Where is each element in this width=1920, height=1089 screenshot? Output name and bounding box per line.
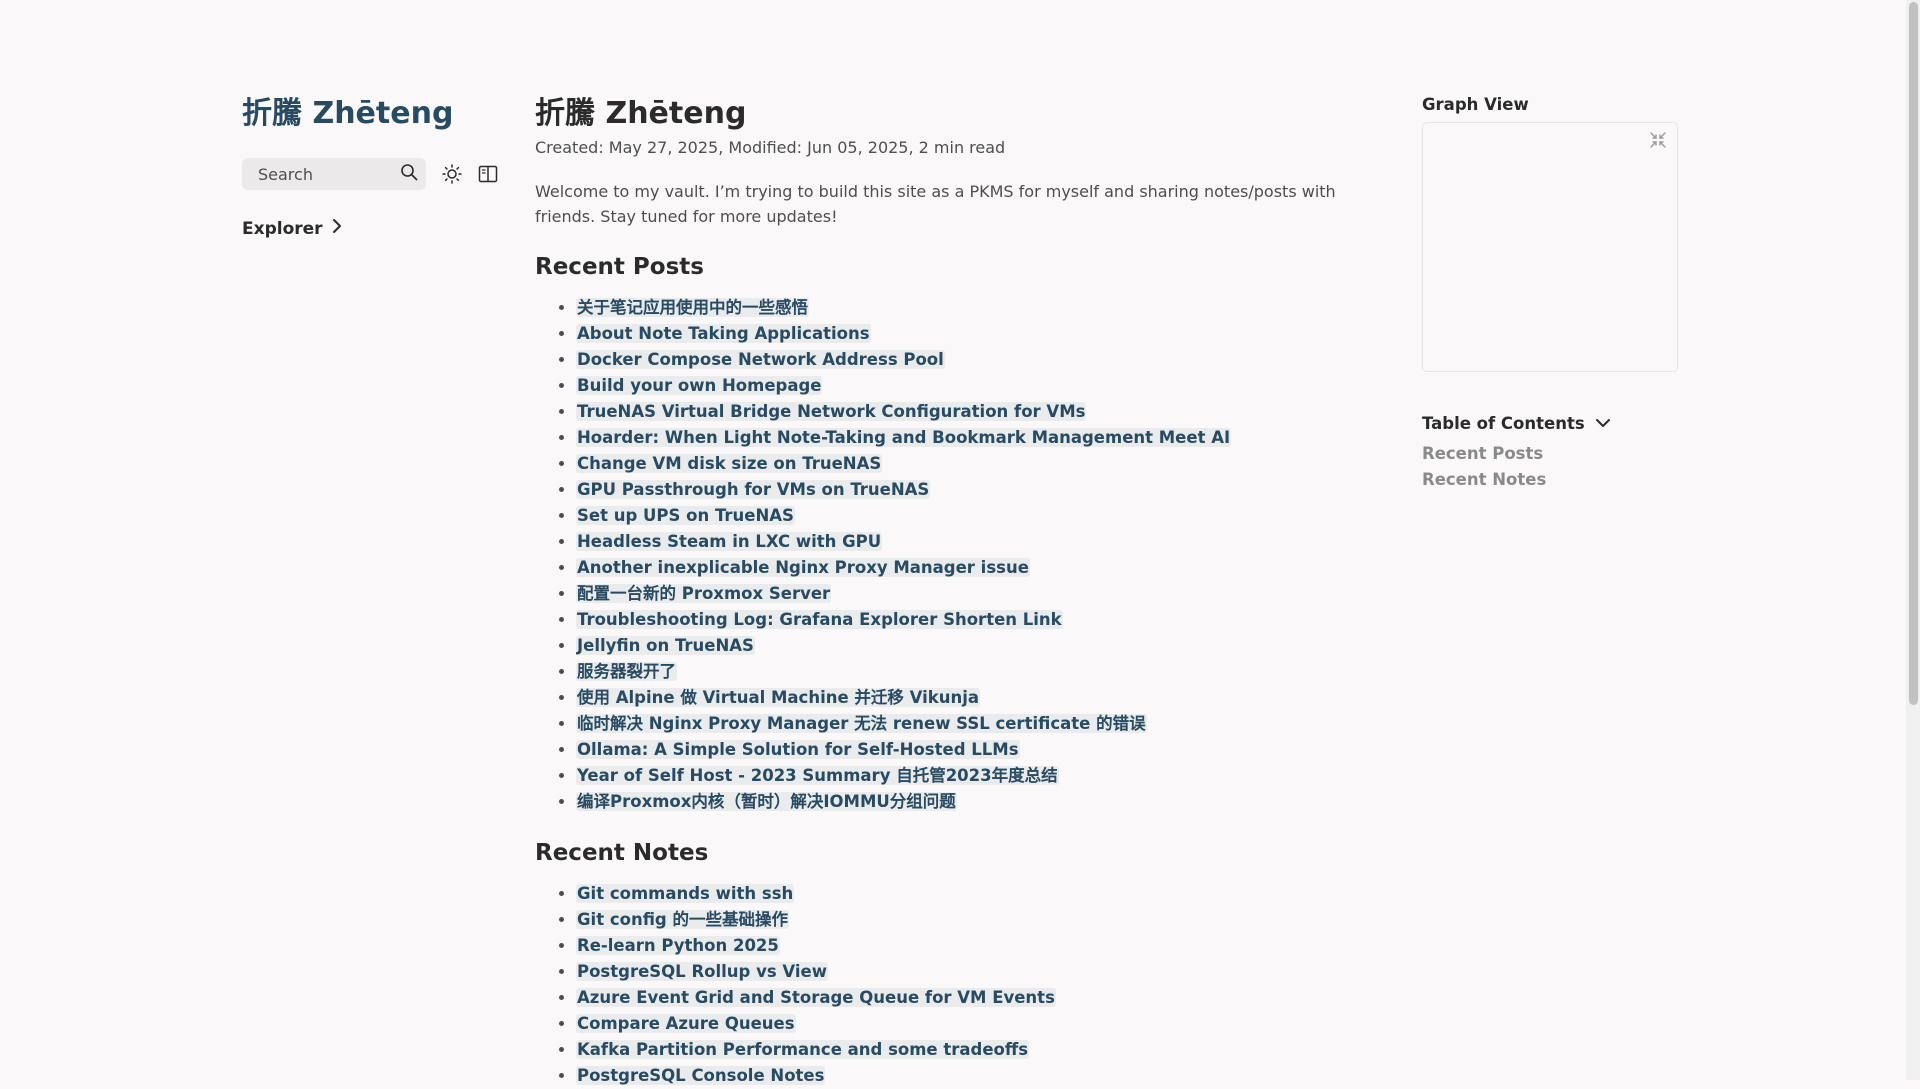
recent-posts-heading: Recent Posts: [535, 254, 704, 280]
list-item: 关于笔记应用使用中的一些感悟: [576, 295, 1345, 321]
note-link[interactable]: PostgreSQL Console Notes: [576, 1066, 826, 1085]
page-scrollbar[interactable]: [1906, 0, 1920, 1080]
post-link[interactable]: 临时解决 Nginx Proxy Manager 无法 renew SSL ce…: [576, 714, 1147, 733]
post-link[interactable]: Build your own Homepage: [576, 376, 823, 395]
chevron-right-icon: [323, 218, 343, 239]
note-link[interactable]: Git commands with ssh: [576, 884, 795, 903]
explorer-label: Explorer: [242, 218, 323, 239]
recent-notes-list: Git commands with ssh Git config 的一些基础操作…: [535, 881, 1345, 1089]
note-link[interactable]: Kafka Partition Performance and some tra…: [576, 1040, 1030, 1059]
sidebar-controls: Search: [242, 158, 502, 190]
list-item: Kafka Partition Performance and some tra…: [576, 1037, 1345, 1063]
list-item: Azure Event Grid and Storage Queue for V…: [576, 985, 1345, 1011]
search-button[interactable]: Search: [242, 158, 426, 190]
page-meta: Created: May 27, 2025, Modified: Jun 05,…: [535, 138, 1345, 157]
list-item: PostgreSQL Rollup vs View: [576, 959, 1345, 985]
post-link[interactable]: Hoarder: When Light Note-Taking and Book…: [576, 428, 1232, 447]
search-icon: [400, 163, 418, 185]
explorer-toggle[interactable]: Explorer: [242, 218, 502, 239]
list-item: About Note Taking Applications: [576, 321, 1345, 347]
post-link[interactable]: 配置一台新的 Proxmox Server: [576, 584, 832, 603]
list-item: Docker Compose Network Address Pool: [576, 347, 1345, 373]
sun-icon[interactable]: [442, 164, 462, 184]
toc-list: Recent Posts Recent Notes: [1422, 441, 1678, 493]
list-item: 服务器裂开了: [576, 659, 1345, 685]
note-link[interactable]: Compare Azure Queues: [576, 1014, 796, 1033]
list-item: Set up UPS on TrueNAS: [576, 503, 1345, 529]
expand-icon[interactable]: [1649, 131, 1667, 149]
post-link[interactable]: 关于笔记应用使用中的一些感悟: [576, 298, 809, 317]
recent-posts-list: 关于笔记应用使用中的一些感悟 About Note Taking Applica…: [535, 295, 1345, 815]
list-item: TrueNAS Virtual Bridge Network Configura…: [576, 399, 1345, 425]
main-content: 折騰 Zhēteng Created: May 27, 2025, Modifi…: [535, 92, 1345, 1089]
list-item: Re-learn Python 2025: [576, 933, 1345, 959]
post-link[interactable]: Set up UPS on TrueNAS: [576, 506, 795, 525]
graph-view-canvas[interactable]: [1422, 122, 1678, 372]
scrollbar-thumb[interactable]: [1909, 2, 1918, 705]
post-link[interactable]: Change VM disk size on TrueNAS: [576, 454, 883, 473]
right-sidebar: Graph View Table of Contents Recent Post…: [1422, 92, 1678, 493]
toc-toggle[interactable]: Table of Contents: [1422, 414, 1678, 433]
toc-item-recent-notes[interactable]: Recent Notes: [1422, 467, 1678, 493]
book-icon[interactable]: [478, 164, 498, 184]
list-item: GPU Passthrough for VMs on TrueNAS: [576, 477, 1345, 503]
list-item: 临时解决 Nginx Proxy Manager 无法 renew SSL ce…: [576, 711, 1345, 737]
post-link[interactable]: Troubleshooting Log: Grafana Explorer Sh…: [576, 610, 1063, 629]
chevron-down-icon: [1585, 414, 1611, 433]
list-item: 配置一台新的 Proxmox Server: [576, 581, 1345, 607]
left-sidebar: 折騰 Zhēteng Search Explorer: [242, 92, 502, 239]
post-link[interactable]: Another inexplicable Nginx Proxy Manager…: [576, 558, 1030, 577]
post-link[interactable]: Docker Compose Network Address Pool: [576, 350, 945, 369]
search-placeholder: Search: [258, 164, 313, 184]
graph-view-label: Graph View: [1422, 95, 1529, 114]
list-item: Compare Azure Queues: [576, 1011, 1345, 1037]
note-link[interactable]: Re-learn Python 2025: [576, 936, 780, 955]
list-item: Ollama: A Simple Solution for Self-Hoste…: [576, 737, 1345, 763]
list-item: 编译Proxmox内核（暂时）解决IOMMU分组问题: [576, 789, 1345, 815]
post-link[interactable]: TrueNAS Virtual Bridge Network Configura…: [576, 402, 1087, 421]
toc-item-recent-posts[interactable]: Recent Posts: [1422, 441, 1678, 467]
list-item: PostgreSQL Console Notes: [576, 1063, 1345, 1089]
note-link[interactable]: PostgreSQL Rollup vs View: [576, 962, 828, 981]
toc-heading: Table of Contents: [1422, 414, 1585, 433]
list-item: Git commands with ssh: [576, 881, 1345, 907]
list-item: Hoarder: When Light Note-Taking and Book…: [576, 425, 1345, 451]
post-link[interactable]: About Note Taking Applications: [576, 324, 871, 343]
post-link[interactable]: Year of Self Host - 2023 Summary 自托管2023…: [576, 766, 1059, 785]
modified-date: Modified: Jun 05, 2025,: [728, 138, 914, 157]
post-link[interactable]: Headless Steam in LXC with GPU: [576, 532, 883, 551]
list-item: Git config 的一些基础操作: [576, 907, 1345, 933]
post-link[interactable]: 使用 Alpine 做 Virtual Machine 并迁移 Vikunja: [576, 688, 981, 707]
intro-paragraph: Welcome to my vault. I’m trying to build…: [535, 182, 1336, 226]
list-item: Another inexplicable Nginx Proxy Manager…: [576, 555, 1345, 581]
post-link[interactable]: 编译Proxmox内核（暂时）解决IOMMU分组问题: [576, 792, 957, 811]
post-link[interactable]: Jellyfin on TrueNAS: [576, 636, 755, 655]
list-item: Build your own Homepage: [576, 373, 1345, 399]
read-time: 2 min read: [918, 138, 1006, 157]
post-link[interactable]: GPU Passthrough for VMs on TrueNAS: [576, 480, 931, 499]
note-link[interactable]: Git config 的一些基础操作: [576, 910, 789, 929]
post-link[interactable]: Ollama: A Simple Solution for Self-Hoste…: [576, 740, 1020, 759]
list-item: Change VM disk size on TrueNAS: [576, 451, 1345, 477]
created-date: Created: May 27, 2025,: [535, 138, 724, 157]
site-title[interactable]: 折騰 Zhēteng: [242, 92, 502, 136]
list-item: 使用 Alpine 做 Virtual Machine 并迁移 Vikunja: [576, 685, 1345, 711]
page-title: 折騰 Zhēteng: [535, 96, 747, 131]
recent-notes-heading: Recent Notes: [535, 840, 709, 866]
post-link[interactable]: 服务器裂开了: [576, 662, 677, 681]
list-item: Headless Steam in LXC with GPU: [576, 529, 1345, 555]
list-item: Troubleshooting Log: Grafana Explorer Sh…: [576, 607, 1345, 633]
list-item: Year of Self Host - 2023 Summary 自托管2023…: [576, 763, 1345, 789]
list-item: Jellyfin on TrueNAS: [576, 633, 1345, 659]
note-link[interactable]: Azure Event Grid and Storage Queue for V…: [576, 988, 1056, 1007]
